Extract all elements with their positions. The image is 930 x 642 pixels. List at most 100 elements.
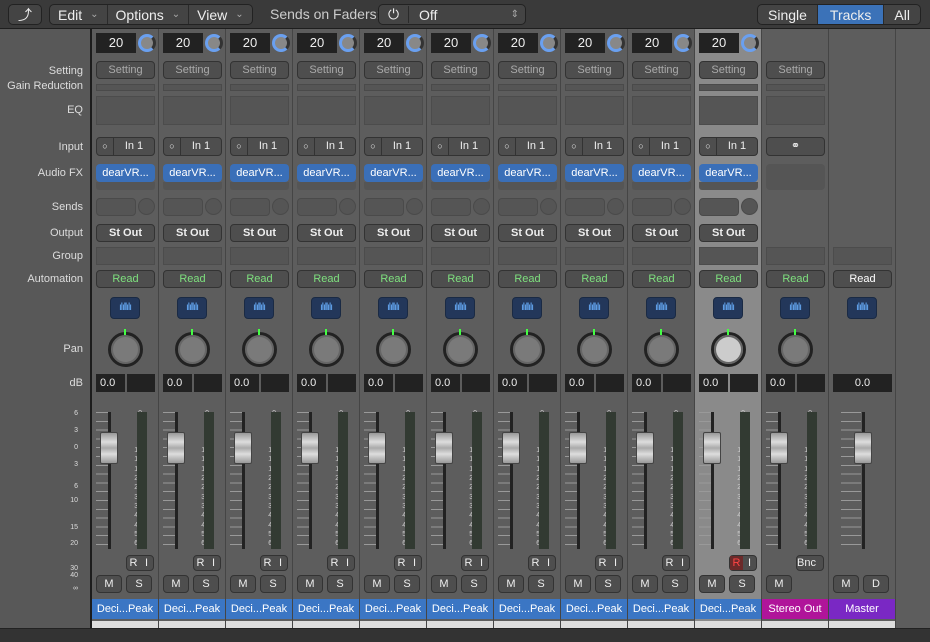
mute-button[interactable]: M (565, 575, 591, 593)
mute-button[interactable]: M (632, 575, 658, 593)
mute-button[interactable]: M (431, 575, 457, 593)
bounce-button[interactable]: Bnc (796, 555, 824, 571)
pan-knob[interactable] (443, 329, 478, 367)
input-slot[interactable]: ○ In 1 (565, 137, 624, 156)
output-slot[interactable]: St Out (163, 224, 222, 242)
audio-fx-empty-slot[interactable] (297, 182, 356, 190)
automation-mode-button[interactable]: Read (632, 270, 691, 288)
solo-button[interactable]: S (260, 575, 286, 593)
setting-button[interactable]: Setting (96, 61, 155, 79)
eq-thumbnail[interactable] (431, 96, 490, 125)
waveform-icon[interactable]: ılıllılı (445, 297, 475, 319)
db-value[interactable]: 0.0 (632, 374, 661, 392)
input-monitor-button[interactable]: I (743, 556, 756, 570)
edit-menu[interactable]: Edit ⌄ (50, 5, 108, 24)
group-slot[interactable] (431, 247, 490, 265)
output-slot[interactable]: St Out (565, 224, 624, 242)
input-slot[interactable]: ○ In 1 (230, 137, 289, 156)
db-value[interactable]: 0.0 (96, 374, 125, 392)
channel-name[interactable]: Deci...Peak (293, 599, 359, 619)
setting-button[interactable]: Setting (364, 61, 423, 79)
volume-fader[interactable] (703, 432, 721, 464)
setting-button[interactable]: Setting (498, 61, 557, 79)
input-monitor-button[interactable]: I (609, 556, 622, 570)
channel-name[interactable]: Deci...Peak (561, 599, 627, 619)
waveform-icon[interactable]: ılıllılı (579, 297, 609, 319)
input-monitor-button[interactable]: I (542, 556, 555, 570)
setting-button[interactable]: Setting (297, 61, 356, 79)
audio-fx-slot[interactable]: dearVR... (699, 164, 758, 182)
automation-mode-button[interactable]: Read (766, 270, 825, 288)
automation-mode-button[interactable]: Read (163, 270, 222, 288)
volume-fader[interactable] (368, 432, 386, 464)
channel-name[interactable]: Deci...Peak (92, 599, 158, 619)
stereo-link-icon[interactable]: ⚭ (766, 137, 825, 156)
channel-number-field[interactable]: 20 (230, 33, 270, 53)
setting-button[interactable]: Setting (431, 61, 490, 79)
input-gain-knob[interactable] (339, 34, 357, 52)
waveform-icon[interactable]: ılıllılı (177, 297, 207, 319)
send-level-knob[interactable] (138, 198, 155, 215)
input-slot[interactable]: ○ In 1 (364, 137, 423, 156)
send-level-knob[interactable] (741, 198, 758, 215)
automation-mode-button[interactable]: Read (498, 270, 557, 288)
group-slot[interactable] (230, 247, 289, 265)
waveform-icon[interactable]: ılıllılı (110, 297, 140, 319)
audio-fx-slot[interactable]: dearVR... (498, 164, 557, 182)
audio-fx-empty-slot[interactable] (364, 182, 423, 190)
audio-fx-slot[interactable]: dearVR... (230, 164, 289, 182)
volume-fader[interactable] (502, 432, 520, 464)
channel-number-field[interactable]: 20 (96, 33, 136, 53)
group-slot[interactable] (699, 247, 758, 265)
send-level-knob[interactable] (473, 198, 490, 215)
db-value[interactable]: 0.0 (498, 374, 527, 392)
single-button[interactable]: Single (758, 5, 818, 24)
send-slot[interactable] (565, 198, 605, 216)
automation-mode-button[interactable]: Read (364, 270, 423, 288)
view-menu[interactable]: View ⌄ (189, 5, 251, 24)
audio-fx-slot[interactable]: dearVR... (364, 164, 423, 182)
output-slot[interactable]: St Out (431, 224, 490, 242)
waveform-icon[interactable]: ılıllılı (713, 297, 743, 319)
pan-knob[interactable] (309, 329, 344, 367)
eq-thumbnail[interactable] (565, 96, 624, 125)
automation-mode-button[interactable]: Read (297, 270, 356, 288)
input-gain-knob[interactable] (272, 34, 290, 52)
input-monitor-button[interactable]: I (140, 556, 153, 570)
channel-name[interactable]: Deci...Peak (494, 599, 560, 619)
db-value[interactable]: 0.0 (565, 374, 594, 392)
send-level-knob[interactable] (205, 198, 222, 215)
record-enable-button[interactable]: R (596, 556, 609, 570)
pan-knob[interactable] (644, 329, 679, 367)
audio-fx-slot[interactable]: dearVR... (163, 164, 222, 182)
db-value[interactable]: 0.0 (431, 374, 460, 392)
input-monitor-button[interactable]: I (207, 556, 220, 570)
options-menu[interactable]: Options ⌄ (108, 5, 190, 24)
group-slot[interactable] (364, 247, 423, 265)
automation-mode-button[interactable]: Read (230, 270, 289, 288)
input-gain-knob[interactable] (674, 34, 692, 52)
channel-name[interactable]: Deci...Peak (226, 599, 292, 619)
audio-fx-slot[interactable]: dearVR... (431, 164, 490, 182)
audio-fx-slot[interactable]: dearVR... (565, 164, 624, 182)
eq-thumbnail[interactable] (96, 96, 155, 125)
pan-knob[interactable] (242, 329, 277, 367)
group-slot[interactable] (632, 247, 691, 265)
send-slot[interactable] (96, 198, 136, 216)
mute-button[interactable]: M (364, 575, 390, 593)
automation-mode-button[interactable]: Read (833, 270, 892, 288)
audio-fx-empty-slot[interactable] (163, 182, 222, 190)
pan-knob[interactable] (108, 329, 143, 367)
sends-on-faders-select[interactable]: ⏻ Off ⇕ (378, 4, 526, 25)
pan-knob[interactable] (510, 329, 545, 367)
volume-fader[interactable] (854, 432, 872, 464)
mute-button[interactable]: M (766, 575, 792, 593)
group-slot[interactable] (565, 247, 624, 265)
solo-button[interactable]: S (729, 575, 755, 593)
eq-thumbnail[interactable] (230, 96, 289, 125)
channel-number-field[interactable]: 20 (364, 33, 404, 53)
record-enable-button[interactable]: R (261, 556, 274, 570)
output-slot[interactable]: St Out (498, 224, 557, 242)
db-value[interactable]: 0.0 (766, 374, 795, 392)
record-enable-button[interactable]: R (328, 556, 341, 570)
